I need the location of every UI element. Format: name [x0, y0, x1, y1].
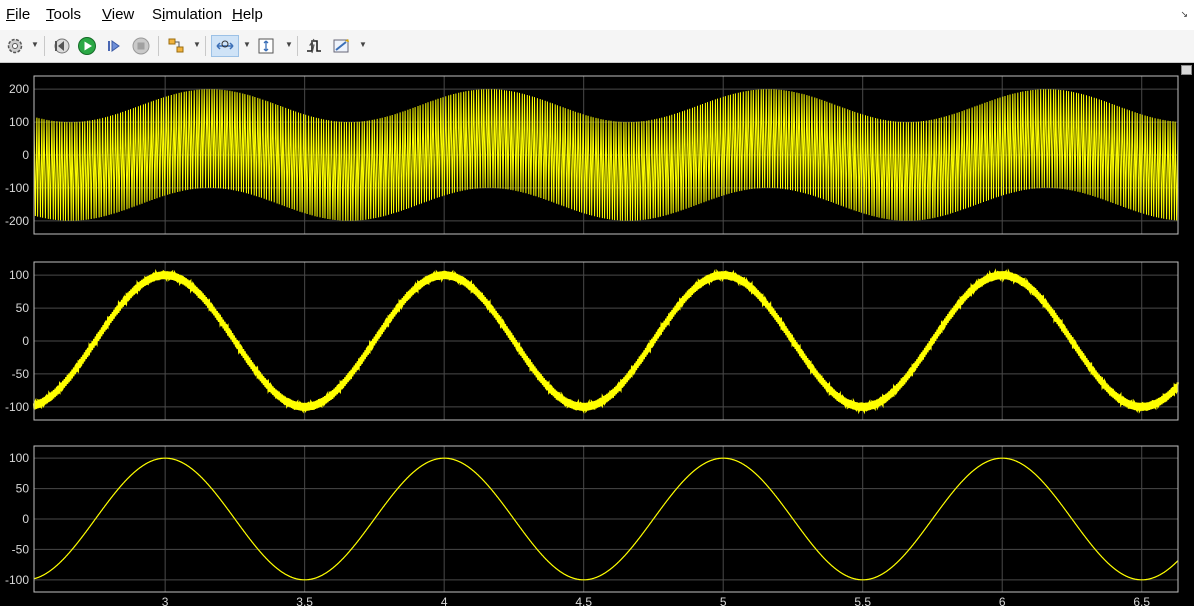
scope-axes-1: 200 100 0 -100 -200 — [5, 75, 1179, 235]
menu-view-key: V — [102, 6, 112, 23]
y-tick-label: 100 — [9, 115, 29, 129]
y-tick-label: -100 — [5, 181, 29, 195]
y-tick-label: -50 — [12, 542, 30, 556]
y-tick-label: 0 — [22, 148, 29, 162]
x-tick-label: 5 — [720, 595, 727, 606]
scope-display: 200 100 0 -100 -200 100 50 0 -50 -100 100 50 0 -50 -10… — [0, 63, 1194, 606]
y-tick-label: 200 — [9, 82, 29, 96]
autoscale-dropdown-icon[interactable]: ▼ — [285, 40, 293, 49]
toolbar: ▼ ▼ ▼ ▼ ▼ — [0, 30, 1194, 63]
scope-axes-3: 100 50 0 -50 -100 3 3.5 4 4.5 5 5.5 6 6.5 — [5, 445, 1179, 606]
menu-bar: File Tools View Simulation Help ↘ — [0, 0, 1194, 30]
triggers-icon[interactable] — [303, 35, 325, 57]
settings-dropdown-icon[interactable]: ▼ — [31, 40, 39, 49]
x-tick-label: 5.5 — [854, 595, 871, 606]
step-forward-icon[interactable] — [103, 35, 125, 57]
toolbar-separator — [297, 36, 298, 56]
x-tick-label: 4 — [441, 595, 448, 606]
toolbar-separator — [205, 36, 206, 56]
y-tick-label: -100 — [5, 400, 29, 414]
zoom-dropdown-icon[interactable]: ▼ — [243, 40, 251, 49]
x-tick-label: 3 — [162, 595, 169, 606]
measurements-dropdown-icon[interactable]: ▼ — [359, 40, 367, 49]
menu-simulation-label: mulation — [165, 6, 223, 23]
cursor-measurements-icon[interactable] — [330, 35, 354, 57]
autoscale-icon[interactable] — [255, 35, 277, 57]
y-tick-label: 0 — [22, 512, 29, 526]
x-tick-label: 6.5 — [1133, 595, 1150, 606]
y-tick-label: 100 — [9, 268, 29, 282]
menu-simulation[interactable]: Simulation — [152, 6, 222, 23]
y-tick-label: -200 — [5, 214, 29, 228]
highlight-dropdown-icon[interactable]: ▼ — [193, 40, 201, 49]
menu-tools-label: ools — [53, 6, 82, 23]
y-tick-label: 50 — [16, 301, 30, 315]
y-tick-label: -100 — [5, 573, 29, 587]
y-tick-label: 0 — [22, 334, 29, 348]
menu-file-key: F — [6, 6, 16, 23]
highlight-model-icon[interactable] — [165, 35, 187, 57]
settings-gear-icon[interactable] — [4, 35, 26, 57]
stop-icon[interactable] — [130, 35, 152, 57]
scope-plots: 200 100 0 -100 -200 100 50 0 -50 -100 100 50 0 -50 -10… — [5, 75, 1180, 606]
toolbar-separator — [44, 36, 45, 56]
y-tick-label: 50 — [16, 482, 30, 496]
zoom-x-icon[interactable] — [211, 35, 239, 57]
menu-simulation-pre: S — [152, 6, 163, 23]
menu-help-label: elp — [242, 6, 263, 23]
menu-view[interactable]: View — [102, 6, 134, 23]
y-tick-label: -50 — [12, 367, 30, 381]
x-tick-label: 6 — [999, 595, 1006, 606]
menu-view-label: iew — [111, 6, 135, 23]
toolbar-separator — [158, 36, 159, 56]
x-tick-label: 4.5 — [575, 595, 592, 606]
menu-tools[interactable]: Tools — [46, 6, 81, 23]
menu-file[interactable]: File — [6, 6, 30, 23]
step-back-icon[interactable] — [50, 35, 72, 57]
menu-file-label: ile — [15, 6, 31, 23]
run-icon[interactable] — [76, 35, 98, 57]
x-tick-label: 3.5 — [296, 595, 313, 606]
undock-icon[interactable] — [1181, 65, 1192, 75]
menu-help[interactable]: Help — [232, 6, 263, 23]
y-tick-label: 100 — [9, 451, 29, 465]
menu-help-key: H — [232, 6, 243, 23]
collapse-arrow-icon[interactable]: ↘ — [1180, 9, 1188, 20]
scope-axes-2: 100 50 0 -50 -100 — [5, 261, 1180, 421]
menu-tools-key: T — [46, 6, 54, 23]
